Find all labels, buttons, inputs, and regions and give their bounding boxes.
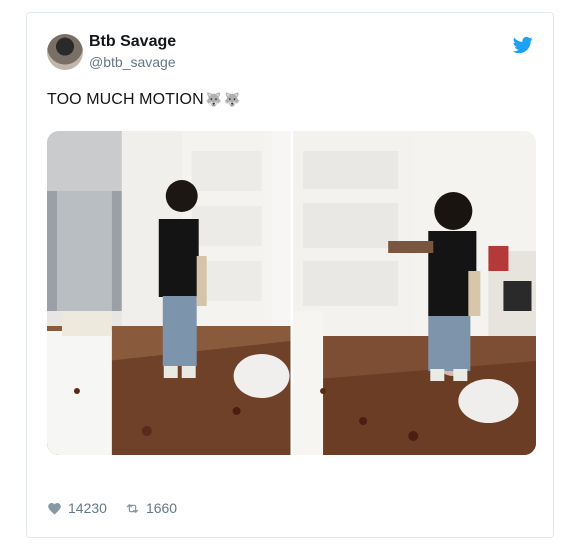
wolf-emoji: 🐺 bbox=[224, 92, 241, 107]
photo-right-image bbox=[292, 131, 536, 455]
tweet-photo-left[interactable] bbox=[47, 131, 291, 455]
retweet-icon bbox=[126, 503, 139, 513]
like-action[interactable]: 14230 bbox=[47, 500, 107, 516]
twitter-bird-icon[interactable] bbox=[513, 35, 533, 55]
heart-icon bbox=[48, 502, 61, 514]
like-count: 14230 bbox=[68, 500, 107, 516]
tweet-actions: 14230 1660 bbox=[47, 500, 195, 516]
tweet-media[interactable] bbox=[47, 131, 536, 455]
tweet-text-body: TOO MUCH MOTION bbox=[47, 91, 204, 108]
retweet-count: 1660 bbox=[145, 500, 178, 516]
tweet-card[interactable]: Btb Savage @btb_savage TOO MUCH MOTION 🐺 🐺 bbox=[26, 12, 554, 538]
author-name[interactable]: Btb Savage bbox=[89, 33, 176, 51]
tweet-text: TOO MUCH MOTION 🐺 🐺 bbox=[47, 91, 240, 109]
wolf-emoji: 🐺 bbox=[205, 92, 223, 107]
author-handle[interactable]: @btb_savage bbox=[89, 54, 176, 70]
avatar[interactable] bbox=[47, 34, 83, 70]
photo-left-image bbox=[47, 131, 291, 455]
tweet-photo-right[interactable] bbox=[292, 131, 536, 455]
retweet-action[interactable]: 1660 bbox=[125, 500, 177, 516]
